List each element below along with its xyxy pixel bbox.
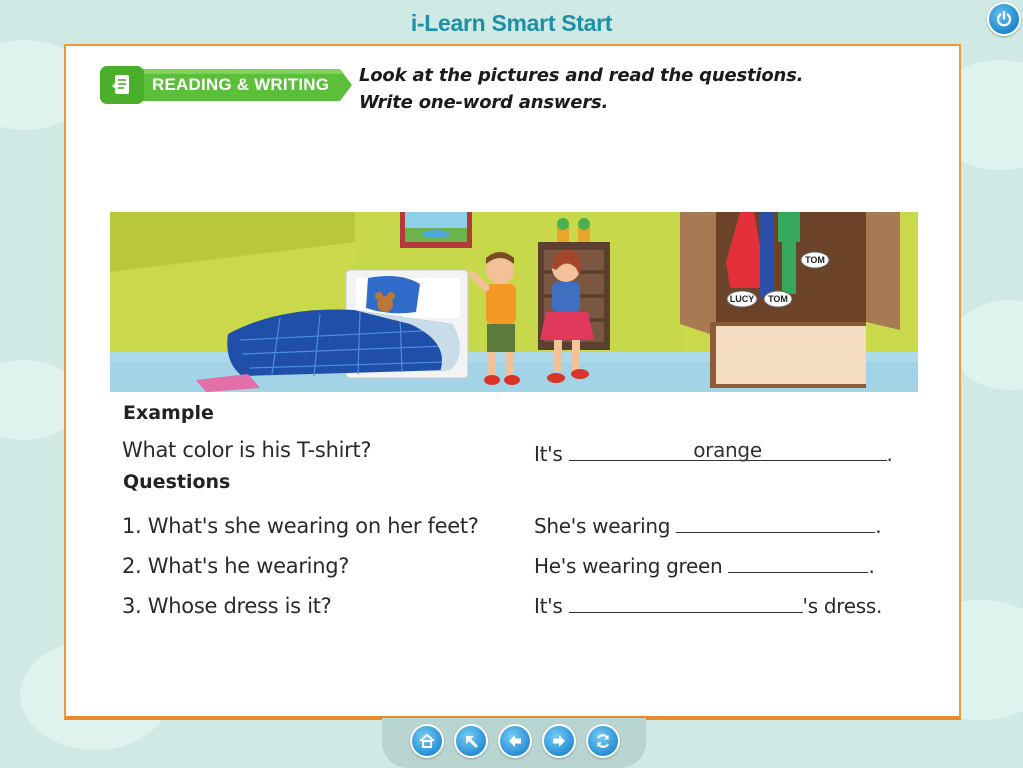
picture-frame	[400, 212, 472, 248]
arrow-right-icon	[553, 735, 565, 747]
next-button[interactable]	[542, 724, 576, 758]
name-tag-tom-pants: TOM	[763, 290, 793, 308]
app-title: i-Learn Smart Start	[410, 10, 613, 36]
instruction-line: Write one-word answers.	[359, 92, 609, 113]
answer-line: It's 's dress.	[534, 594, 882, 618]
answer-blank: orange	[568, 438, 887, 462]
question-item: 2. What's he wearing?	[122, 554, 350, 578]
bedroom-illustration: TOM LUCY TOM	[110, 212, 918, 392]
back-to-menu-button[interactable]	[454, 724, 488, 758]
answer-suffix: 's dress.	[802, 594, 883, 618]
answer-blank[interactable]	[728, 554, 869, 573]
svg-text:TOM: TOM	[768, 294, 788, 304]
refresh-button[interactable]	[586, 724, 620, 758]
refresh-icon	[596, 734, 610, 748]
question-item: 1. What's she wearing on her feet?	[122, 514, 479, 538]
answer-prefix: It's	[534, 594, 563, 618]
arrow-left-icon	[509, 735, 521, 747]
document-icon	[112, 75, 129, 94]
power-button[interactable]	[987, 2, 1021, 36]
example-answer: It's orange.	[534, 438, 893, 466]
answer-suffix: .	[868, 554, 875, 578]
home-icon	[419, 734, 435, 748]
arrow-up-left-icon	[466, 736, 478, 748]
svg-text:LUCY: LUCY	[730, 294, 755, 304]
answer-prefix: It's	[534, 442, 563, 466]
section-badge-label: READING & WRITING	[152, 75, 330, 94]
name-tag-tom-shirt: TOM	[800, 251, 830, 269]
home-button[interactable]	[410, 724, 444, 758]
answer-line: He's wearing green .	[534, 554, 875, 578]
answer-prefix: She's wearing	[534, 514, 671, 538]
worksheet-page: READING & WRITING Look at the pictures a…	[64, 44, 961, 720]
instruction-line: Look at the pictures and read the questi…	[359, 65, 804, 86]
svg-text:TOM: TOM	[805, 255, 825, 265]
example-heading: Example	[123, 402, 214, 424]
answer-value: orange	[693, 438, 762, 462]
name-tag-lucy: LUCY	[726, 290, 758, 308]
example-question: What color is his T-shirt?	[122, 438, 372, 462]
answer-line: She's wearing .	[534, 514, 882, 538]
questions-heading: Questions	[123, 471, 231, 493]
question-item: 3. Whose dress is it?	[122, 594, 332, 618]
answer-prefix: He's wearing green	[534, 554, 723, 578]
answer-blank[interactable]	[676, 514, 876, 533]
power-icon	[996, 10, 1012, 27]
answer-suffix: .	[886, 442, 893, 466]
answer-blank[interactable]	[568, 594, 803, 613]
section-badge: READING & WRITING	[100, 66, 354, 104]
answer-suffix: .	[875, 514, 882, 538]
previous-button[interactable]	[498, 724, 532, 758]
instruction-text: Look at the pictures and read the questi…	[359, 62, 803, 116]
